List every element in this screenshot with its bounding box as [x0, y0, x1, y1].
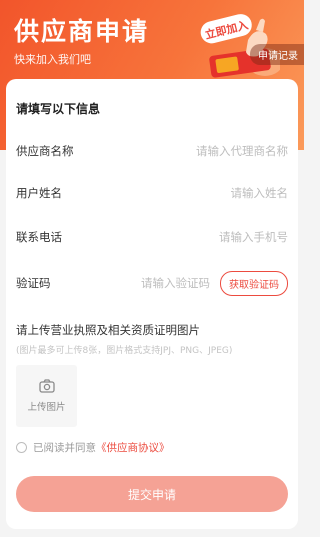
upload-title: 请上传营业执照及相关资质证明图片	[16, 323, 200, 337]
phone-label: 联系电话	[16, 230, 62, 244]
page-subtitle: 快来加入我们吧	[14, 53, 91, 66]
history-link[interactable]: 申请记录	[250, 44, 304, 65]
agreement-row: 已阅读并同意 《供应商协议》	[16, 440, 170, 455]
supplier-name-input[interactable]	[128, 144, 288, 158]
join-illustration: 立即加入	[200, 14, 280, 78]
phone-input[interactable]	[128, 230, 288, 244]
verification-code-input[interactable]	[115, 276, 210, 290]
form-card: 请填写以下信息 供应商名称 用户姓名 联系电话 验证码 获取验证码 请上传营业执…	[6, 79, 298, 529]
agreement-link[interactable]: 《供应商协议》	[96, 440, 170, 455]
verification-code-label: 验证码	[16, 276, 51, 290]
upload-image-label: 上传图片	[27, 402, 66, 413]
agreement-radio[interactable]	[16, 442, 27, 453]
verification-code-row: 验证码 获取验证码	[16, 270, 288, 296]
upload-hint: (图片最多可上传8张，图片格式支持JPJ、PNG、JPEG)	[16, 346, 233, 356]
verification-code-controls: 获取验证码	[115, 270, 288, 296]
phone-row: 联系电话	[16, 227, 288, 247]
page-title: 供应商申请	[14, 17, 150, 46]
supplier-name-row: 供应商名称	[16, 141, 288, 161]
get-code-button[interactable]: 获取验证码	[220, 270, 288, 296]
camera-icon	[38, 379, 55, 393]
agreement-prefix: 已阅读并同意	[33, 442, 96, 454]
upload-image-button[interactable]: 上传图片	[16, 365, 77, 427]
form-section-title: 请填写以下信息	[16, 102, 101, 116]
user-name-label: 用户姓名	[16, 186, 62, 200]
supplier-name-label: 供应商名称	[16, 144, 74, 158]
user-name-input[interactable]	[128, 186, 288, 200]
submit-button[interactable]: 提交申请	[16, 476, 288, 512]
user-name-row: 用户姓名	[16, 183, 288, 203]
